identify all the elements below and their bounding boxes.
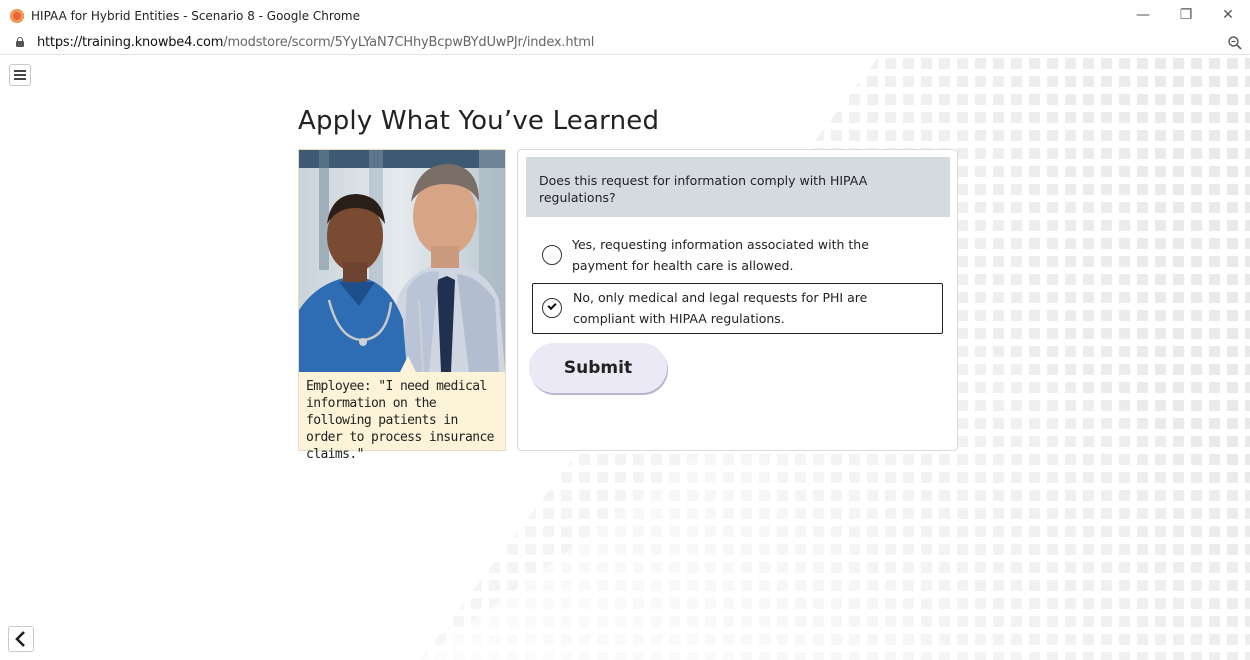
radio-button-checked[interactable] [542, 298, 562, 318]
answer-option-yes[interactable]: Yes, requesting information associated w… [532, 234, 943, 278]
submit-button[interactable]: Submit [529, 343, 667, 393]
scenario-card: Employee: "I need medical information on… [298, 149, 506, 462]
scenario-photo [299, 150, 505, 372]
question-card: Does this request for information comply… [517, 149, 958, 451]
chrome-logo-icon [10, 9, 24, 23]
url-text[interactable]: https://training.knowbe4.com/modstore/sc… [37, 35, 594, 50]
question-box: Does this request for information comply… [526, 157, 950, 217]
answer-option-no[interactable]: No, only medical and legal requests for … [532, 283, 943, 334]
radio-button-unchecked[interactable] [542, 245, 562, 265]
course-page: Apply What You’ve Learned Employee: "I n… [0, 55, 1250, 660]
chevron-left-icon [15, 631, 25, 647]
window-title: HIPAA for Hybrid Entities - Scenario 8 -… [31, 9, 360, 23]
answer-option-label: No, only medical and legal requests for … [573, 290, 868, 326]
question-text: Does this request for information comply… [539, 173, 868, 205]
lock-icon [16, 37, 24, 47]
back-button[interactable] [8, 626, 34, 652]
minimize-button[interactable]: — [1127, 5, 1159, 25]
speech-bubble-tail [400, 356, 416, 372]
url-host: https://training.knowbe4.com [37, 35, 224, 50]
page-title: Apply What You’ve Learned [298, 106, 660, 136]
scenario-caption: Employee: "I need medical information on… [306, 379, 495, 462]
close-button[interactable]: ✕ [1212, 5, 1244, 25]
answer-option-label: Yes, requesting information associated w… [572, 237, 869, 273]
menu-button[interactable] [9, 64, 31, 86]
checkmark-icon [547, 300, 557, 311]
browser-title-bar: HIPAA for Hybrid Entities - Scenario 8 -… [0, 0, 1250, 32]
address-bar[interactable]: https://training.knowbe4.com/modstore/sc… [0, 32, 1250, 55]
zoom-icon[interactable] [1227, 35, 1243, 51]
url-path: /modstore/scorm/5YyLYaN7CHhyBcpwBYdUwPJr… [223, 35, 595, 50]
restore-button[interactable]: ❐ [1170, 5, 1202, 25]
